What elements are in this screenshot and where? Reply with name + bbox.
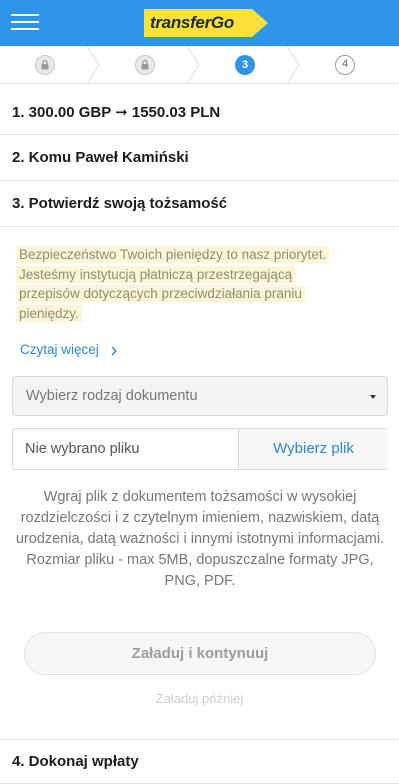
transfergo-logo[interactable]: transferGo [142,7,270,39]
section-amount[interactable]: 1. 300.00 GBP ➞ 1550.03 PLN [0,84,399,135]
lock-icon [141,59,149,70]
section-recipient[interactable]: 2. Komu Paweł Kamiński [0,135,399,181]
step-3-indicator: 3 [235,55,255,75]
menu-line [11,14,39,16]
progress-steps: 3 4 [0,46,399,84]
step-separator-chevron-icon [86,46,100,84]
notice-line: Jesteśmy instytucją płatniczą przestrzeg… [16,265,296,283]
menu-line [11,28,39,30]
file-size-requirements: Rozmiar pliku - max 5MB, dopuszczalne fo… [26,552,374,589]
chevron-right-icon[interactable] [110,345,118,357]
section-amount-label: 1. 300.00 GBP ➞ 1550.03 PLN [12,104,221,121]
upload-instructions: Wgraj plik z dokumentem tożsamości w wys… [12,487,388,592]
document-type-select[interactable]: Wybierz rodzaj dokumentu [12,376,388,416]
notice-line: pieniędzy. [16,304,82,322]
section-make-payment[interactable]: 4. Dokonaj wpłaty [0,739,399,784]
step-1-lock-icon [35,55,55,75]
lock-icon [41,59,49,70]
section-make-payment-label: 4. Dokonaj wpłaty [12,753,139,770]
upload-and-continue-button[interactable]: Załaduj i kontynuuj [24,632,376,675]
upload-later-link[interactable]: Załaduj później [0,691,399,706]
file-upload-field[interactable]: Nie wybrano pliku Wybierz plik [12,428,388,470]
step-separator-chevron-icon [186,46,200,84]
step-2-lock-icon [135,55,155,75]
step-4-indicator: 4 [335,55,355,75]
step-separator-chevron-icon [286,46,300,84]
notice-line: przepisów dotyczących przeciwdziałania p… [16,285,305,302]
logo-text: transferGo [150,13,234,32]
security-notice: Bezpieczeństwo Twoich pieniędzy to nasz … [16,245,366,323]
section-recipient-label: 2. Komu Paweł Kamiński [12,149,189,166]
hamburger-menu-icon[interactable] [11,13,39,33]
read-more-link[interactable]: Czytaj więcej [20,342,99,357]
top-bar: transferGo [0,0,399,46]
menu-line [11,21,39,23]
section-verify-identity-label: 3. Potwierdź swoją tożsamość [12,195,228,212]
document-type-placeholder: Wybierz rodzaj dokumentu [26,388,198,404]
notice-line: Bezpieczeństwo Twoich pieniędzy to nasz … [16,246,330,263]
file-status-text: Nie wybrano pliku [25,441,140,457]
choose-file-button[interactable]: Wybierz plik [238,429,388,469]
upload-instructions-text: Wgraj plik z dokumentem tożsamości w wys… [15,489,385,547]
dropdown-caret-icon [370,395,376,399]
section-verify-identity[interactable]: 3. Potwierdź swoją tożsamość [0,181,399,227]
